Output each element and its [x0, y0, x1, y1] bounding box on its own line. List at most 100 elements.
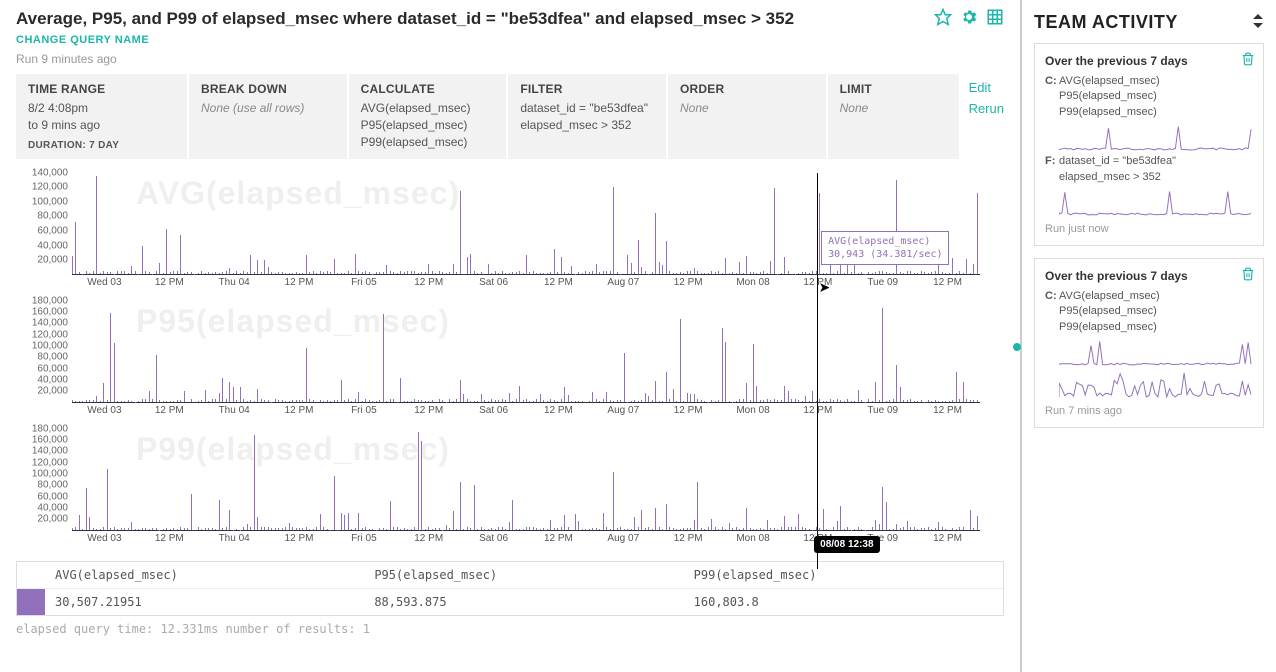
y-tick: 20,000 — [37, 514, 68, 525]
chart-p99[interactable]: 180,000160,000140,000120,000100,00080,00… — [16, 429, 1004, 549]
change-query-name-link[interactable]: CHANGE QUERY NAME — [16, 34, 934, 46]
trash-icon[interactable] — [1241, 52, 1255, 69]
x-tick: Thu 04 — [219, 405, 250, 416]
calc-line: P99(elapsed_msec) — [361, 134, 495, 151]
x-tick: 12 PM — [285, 405, 314, 416]
chart-p95[interactable]: 180,000160,000140,000120,000100,00080,00… — [16, 301, 1004, 421]
x-tick: Tue 09 — [867, 277, 898, 288]
x-tick: Wed 03 — [87, 533, 121, 544]
bar-cell-header — [17, 562, 45, 589]
filter-title: FILTER — [520, 82, 654, 96]
x-tick: Tue 09 — [867, 405, 898, 416]
x-tick: Mon 08 — [736, 405, 769, 416]
y-tick: 20,000 — [37, 255, 68, 266]
x-tick: Aug 07 — [607, 533, 639, 544]
y-tick: 80,000 — [37, 352, 68, 363]
x-tick: Mon 08 — [736, 533, 769, 544]
activity-calc-line: AVG(elapsed_msec) — [1059, 74, 1253, 89]
y-tick: 120,000 — [32, 329, 68, 340]
activity-card-title: Over the previous 7 days — [1045, 269, 1253, 283]
trash-icon[interactable] — [1241, 267, 1255, 284]
sparkline — [1059, 122, 1253, 152]
activity-calc-line: P99(elapsed_msec) — [1059, 105, 1253, 120]
edit-link[interactable]: Edit — [969, 80, 1004, 95]
activity-card[interactable]: Over the previous 7 daysC:AVG(elapsed_ms… — [1034, 258, 1264, 428]
activity-run-ago: Run just now — [1045, 223, 1253, 235]
results-cell: 88,593.875 — [364, 589, 683, 615]
activity-calc-line: P95(elapsed_msec) — [1059, 304, 1253, 319]
calculate-box[interactable]: CALCULATE AVG(elapsed_msec) P95(elapsed_… — [349, 74, 507, 159]
y-tick: 60,000 — [37, 225, 68, 236]
y-tick: 60,000 — [37, 363, 68, 374]
calc-line: AVG(elapsed_msec) — [361, 100, 495, 117]
x-tick: 12 PM — [544, 533, 573, 544]
charts-area[interactable]: ➤ 140,000120,000100,00080,00060,00040,00… — [16, 173, 1004, 549]
results-header: AVG(elapsed_msec) — [45, 562, 364, 589]
limit-value: None — [840, 100, 947, 117]
x-tick: Wed 03 — [87, 405, 121, 416]
order-box[interactable]: ORDER None — [668, 74, 826, 159]
run-ago-text: Run 9 minutes ago — [16, 52, 934, 66]
time-range-duration: DURATION: 7 DAY — [28, 140, 175, 151]
activity-card[interactable]: Over the previous 7 daysC:AVG(elapsed_ms… — [1034, 43, 1264, 246]
x-tick: 12 PM — [155, 277, 184, 288]
x-tick: 12 PM — [285, 277, 314, 288]
rerun-link[interactable]: Rerun — [969, 101, 1004, 116]
active-indicator-icon — [1013, 343, 1021, 351]
x-tick: 12 PM — [544, 277, 573, 288]
x-tick: Wed 03 — [87, 277, 121, 288]
y-tick: 40,000 — [37, 240, 68, 251]
x-axis: Wed 0312 PMThu 0412 PMFri 0512 PMSat 061… — [72, 277, 980, 293]
filter-line: elapsed_msec > 352 — [520, 117, 654, 134]
x-axis: Wed 0312 PMThu 0412 PMFri 0512 PMSat 061… — [72, 405, 980, 421]
y-tick: 40,000 — [37, 375, 68, 386]
sort-toggle-icon[interactable] — [1252, 14, 1264, 31]
x-tick: Sat 06 — [479, 405, 508, 416]
breakdown-title: BREAK DOWN — [201, 82, 335, 96]
y-tick: 180,000 — [32, 295, 68, 306]
x-tick: 12 PM — [674, 277, 703, 288]
x-tick: 12 PM — [674, 533, 703, 544]
filter-box[interactable]: FILTER dataset_id = "be53dfea" elapsed_m… — [508, 74, 666, 159]
x-tick: Aug 07 — [607, 405, 639, 416]
x-tick: 12 PM — [803, 405, 832, 416]
x-tick: Fri 05 — [351, 405, 377, 416]
y-axis: 180,000160,000140,000120,000100,00080,00… — [16, 429, 70, 531]
breakdown-value: None (use all rows) — [201, 100, 335, 117]
y-tick: 60,000 — [37, 491, 68, 502]
y-axis: 180,000160,000140,000120,000100,00080,00… — [16, 301, 70, 403]
star-icon[interactable] — [934, 8, 952, 29]
sparkline — [1059, 187, 1253, 217]
y-tick: 140,000 — [32, 446, 68, 457]
page-title: Average, P95, and P99 of elapsed_msec wh… — [16, 8, 934, 30]
activity-calc-line: P99(elapsed_msec) — [1059, 320, 1253, 335]
y-tick: 100,000 — [32, 469, 68, 480]
calculate-title: CALCULATE — [361, 82, 495, 96]
chart-avg[interactable]: 140,000120,000100,00080,00060,00040,0002… — [16, 173, 1004, 293]
sparkline — [1059, 337, 1253, 367]
y-tick: 160,000 — [32, 435, 68, 446]
gear-icon[interactable] — [960, 8, 978, 29]
query-builder: TIME RANGE 8/2 4:08pm to 9 mins ago DURA… — [16, 74, 1004, 159]
hover-tooltip: AVG(elapsed_msec) 30,943 (34.381/sec) — [821, 231, 949, 265]
x-tick: Sat 06 — [479, 277, 508, 288]
x-tick: 12 PM — [803, 277, 832, 288]
breakdown-box[interactable]: BREAK DOWN None (use all rows) — [189, 74, 347, 159]
y-tick: 120,000 — [32, 182, 68, 193]
x-tick: 12 PM — [544, 405, 573, 416]
order-title: ORDER — [680, 82, 814, 96]
order-value: None — [680, 100, 814, 117]
x-tick: 12 PM — [285, 533, 314, 544]
results-header: P99(elapsed_msec) — [684, 562, 1003, 589]
results-cell: 160,803.8 — [684, 589, 1003, 615]
y-tick: 160,000 — [32, 307, 68, 318]
time-badge: 08/08 12:38 — [814, 536, 879, 553]
y-axis: 140,000120,000100,00080,00060,00040,0002… — [16, 173, 70, 275]
activity-filter-line: elapsed_msec > 352 — [1059, 170, 1253, 185]
y-tick: 140,000 — [32, 167, 68, 178]
time-range-box[interactable]: TIME RANGE 8/2 4:08pm to 9 mins ago DURA… — [16, 74, 187, 159]
limit-box[interactable]: LIMIT None — [828, 74, 959, 159]
y-tick: 180,000 — [32, 423, 68, 434]
table-icon[interactable] — [986, 8, 1004, 29]
time-range-title: TIME RANGE — [28, 82, 175, 96]
